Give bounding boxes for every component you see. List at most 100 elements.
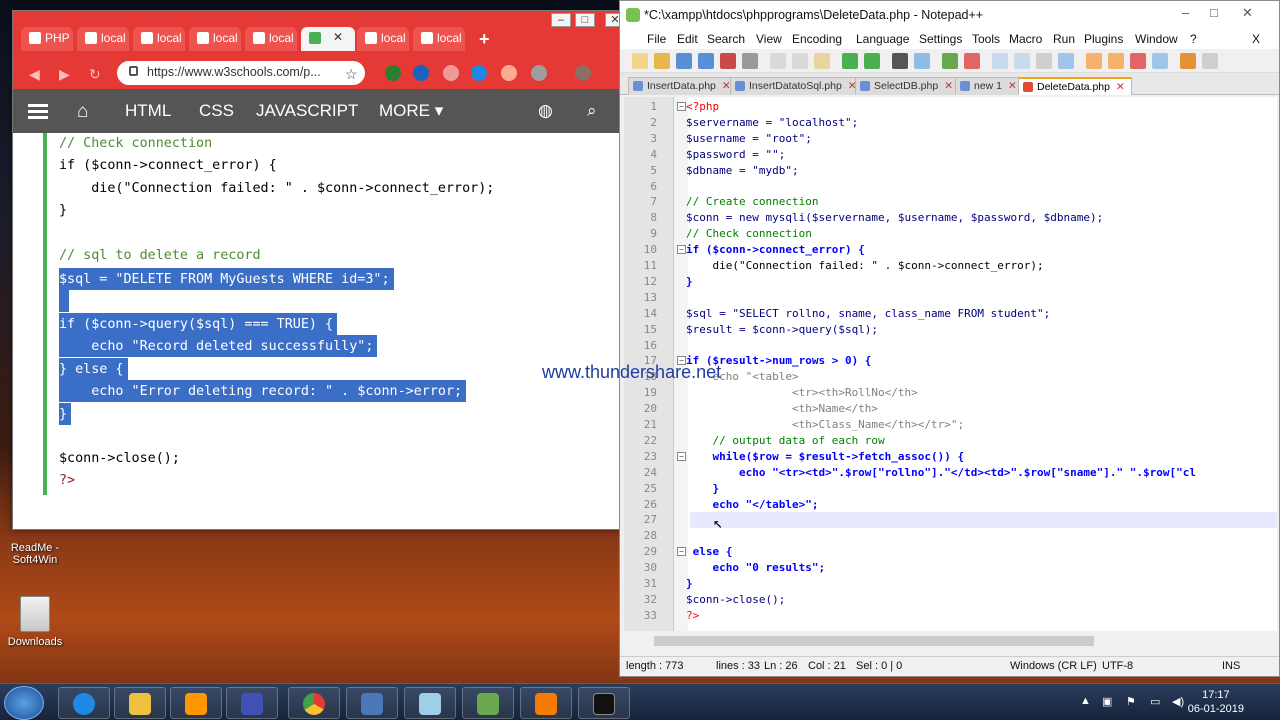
macro-stop-icon[interactable] xyxy=(1108,53,1124,69)
menu-help[interactable]: ? xyxy=(1190,32,1197,46)
close-document-icon[interactable]: X xyxy=(1252,32,1260,46)
horizontal-scrollbar[interactable] xyxy=(624,633,1277,649)
menu-tools[interactable]: Tools xyxy=(972,32,1000,46)
sync-scroll-icon[interactable] xyxy=(992,53,1008,69)
clock[interactable]: 17:17 06-01-2019 xyxy=(1188,688,1244,716)
print-icon[interactable] xyxy=(742,53,758,69)
extension-icon[interactable] xyxy=(471,65,487,81)
menu-edit[interactable]: Edit xyxy=(677,32,698,46)
launch-browser-icon[interactable] xyxy=(1202,53,1218,69)
redo-icon[interactable] xyxy=(864,53,880,69)
browser-tab[interactable]: local xyxy=(413,27,465,51)
browser-tab[interactable]: local xyxy=(77,27,129,51)
bookmark-star-icon[interactable]: ☆ xyxy=(345,66,358,83)
tab-close-icon[interactable]: ✕ xyxy=(333,30,343,44)
browser-tab[interactable]: local xyxy=(189,27,241,51)
nav-css[interactable]: CSS xyxy=(199,101,234,121)
menu-encoding[interactable]: Encoding xyxy=(792,32,842,46)
zoom-out-icon[interactable] xyxy=(964,53,980,69)
zoom-in-icon[interactable] xyxy=(942,53,958,69)
close-file-icon[interactable] xyxy=(720,53,736,69)
new-file-icon[interactable] xyxy=(632,53,648,69)
fold-toggle-icon[interactable]: − xyxy=(677,547,686,557)
spell-check-icon[interactable] xyxy=(1180,53,1196,69)
taskbar-vb-icon[interactable] xyxy=(226,687,278,719)
taskbar-explorer-icon[interactable] xyxy=(114,687,166,719)
fold-toggle-icon[interactable]: − xyxy=(677,451,686,461)
tray-network-icon[interactable]: ▣ xyxy=(1102,695,1112,708)
start-button[interactable] xyxy=(4,686,44,720)
fold-toggle-icon[interactable]: − xyxy=(677,102,686,111)
taskbar-ie-icon[interactable] xyxy=(58,687,110,719)
tab-close-icon[interactable]: ✕ xyxy=(944,80,953,92)
taskbar-chrome-icon[interactable] xyxy=(288,687,340,719)
taskbar-cmd-icon[interactable] xyxy=(578,687,630,719)
undo-icon[interactable] xyxy=(842,53,858,69)
menu-plugins[interactable]: Plugins xyxy=(1084,32,1123,46)
browser-tab[interactable]: local xyxy=(133,27,185,51)
menu-file[interactable]: File xyxy=(647,32,666,46)
tab-close-icon[interactable]: ✕ xyxy=(1008,80,1017,92)
taskbar-xampp-icon[interactable] xyxy=(520,687,572,719)
macro-record-icon[interactable] xyxy=(1086,53,1102,69)
indent-guide-icon[interactable] xyxy=(1058,53,1074,69)
tray-expand-icon[interactable]: ▲ xyxy=(1080,695,1091,707)
cut-icon[interactable] xyxy=(770,53,786,69)
file-tab-active[interactable]: DeleteData.php ✕ xyxy=(1018,77,1132,95)
search-icon[interactable]: ⌕ xyxy=(587,101,597,121)
desktop-icon-readme[interactable]: ReadMe - Soft4Win xyxy=(4,542,66,566)
reload-icon[interactable]: ↻ xyxy=(89,66,101,83)
maximize-icon[interactable]: □ xyxy=(1210,5,1218,20)
menu-settings[interactable]: Settings xyxy=(919,32,962,46)
find-icon[interactable] xyxy=(892,53,908,69)
tray-flag-icon[interactable]: ⚑ xyxy=(1126,695,1136,708)
taskbar-jedit-icon[interactable] xyxy=(346,687,398,719)
tray-volume-icon[interactable]: ◀) xyxy=(1172,695,1184,708)
file-tab[interactable]: InsertDatatoSql.php ✕ xyxy=(730,77,864,95)
extension-icon[interactable] xyxy=(413,65,429,81)
forward-icon[interactable]: ▶ xyxy=(59,66,70,83)
replace-icon[interactable] xyxy=(914,53,930,69)
browser-tab-active[interactable]: ✕ xyxy=(301,27,355,51)
menu-view[interactable]: View xyxy=(756,32,782,46)
menu-macro[interactable]: Macro xyxy=(1009,32,1042,46)
desktop-icon-downloads[interactable]: Downloads xyxy=(4,596,66,648)
taskbar-app-icon[interactable] xyxy=(404,687,456,719)
minimize-icon[interactable]: – xyxy=(1182,5,1189,20)
home-icon[interactable]: ⌂ xyxy=(77,101,88,123)
avatar[interactable] xyxy=(575,65,591,81)
word-wrap-icon[interactable] xyxy=(1014,53,1030,69)
open-file-icon[interactable] xyxy=(654,53,670,69)
menu-search[interactable]: Search xyxy=(707,32,745,46)
paste-icon[interactable] xyxy=(814,53,830,69)
menu-language[interactable]: Language xyxy=(856,32,909,46)
close-icon[interactable]: ✕ xyxy=(1242,5,1253,21)
maximize-icon[interactable]: □ xyxy=(575,13,595,27)
new-tab-icon[interactable]: + xyxy=(479,29,490,50)
taskbar-notepadpp-icon[interactable] xyxy=(462,687,514,719)
macro-run-multiple-icon[interactable] xyxy=(1152,53,1168,69)
minimize-icon[interactable]: – xyxy=(551,13,571,27)
extension-icon[interactable] xyxy=(443,65,459,81)
code-editor[interactable]: 1− <?php 2 $servername = "localhost"; 3 $user… xyxy=(624,97,1277,631)
menu-icon[interactable] xyxy=(28,104,48,107)
copy-icon[interactable] xyxy=(792,53,808,69)
menu-run[interactable]: Run xyxy=(1053,32,1075,46)
macro-play-icon[interactable] xyxy=(1130,53,1146,69)
save-all-icon[interactable] xyxy=(698,53,714,69)
browser-tab[interactable]: local xyxy=(245,27,297,51)
file-tab[interactable]: InsertData.php ✕ xyxy=(628,77,738,95)
menu-window[interactable]: Window xyxy=(1135,32,1178,46)
tab-close-icon[interactable]: ✕ xyxy=(1116,81,1125,93)
taskbar-media-icon[interactable] xyxy=(170,687,222,719)
extension-icon[interactable] xyxy=(385,65,401,81)
file-tab[interactable]: SelectDB.php ✕ xyxy=(855,77,961,95)
nav-javascript[interactable]: JAVASCRIPT xyxy=(256,101,358,121)
extension-icon[interactable] xyxy=(501,65,517,81)
nav-html[interactable]: HTML xyxy=(125,101,171,121)
file-tab[interactable]: new 1 ✕ xyxy=(955,77,1024,95)
browser-tab[interactable]: local xyxy=(357,27,409,51)
scrollbar-thumb[interactable] xyxy=(654,636,1094,646)
address-input[interactable]: https://www.w3schools.com/p... xyxy=(117,61,365,85)
shield-icon[interactable] xyxy=(531,65,547,81)
